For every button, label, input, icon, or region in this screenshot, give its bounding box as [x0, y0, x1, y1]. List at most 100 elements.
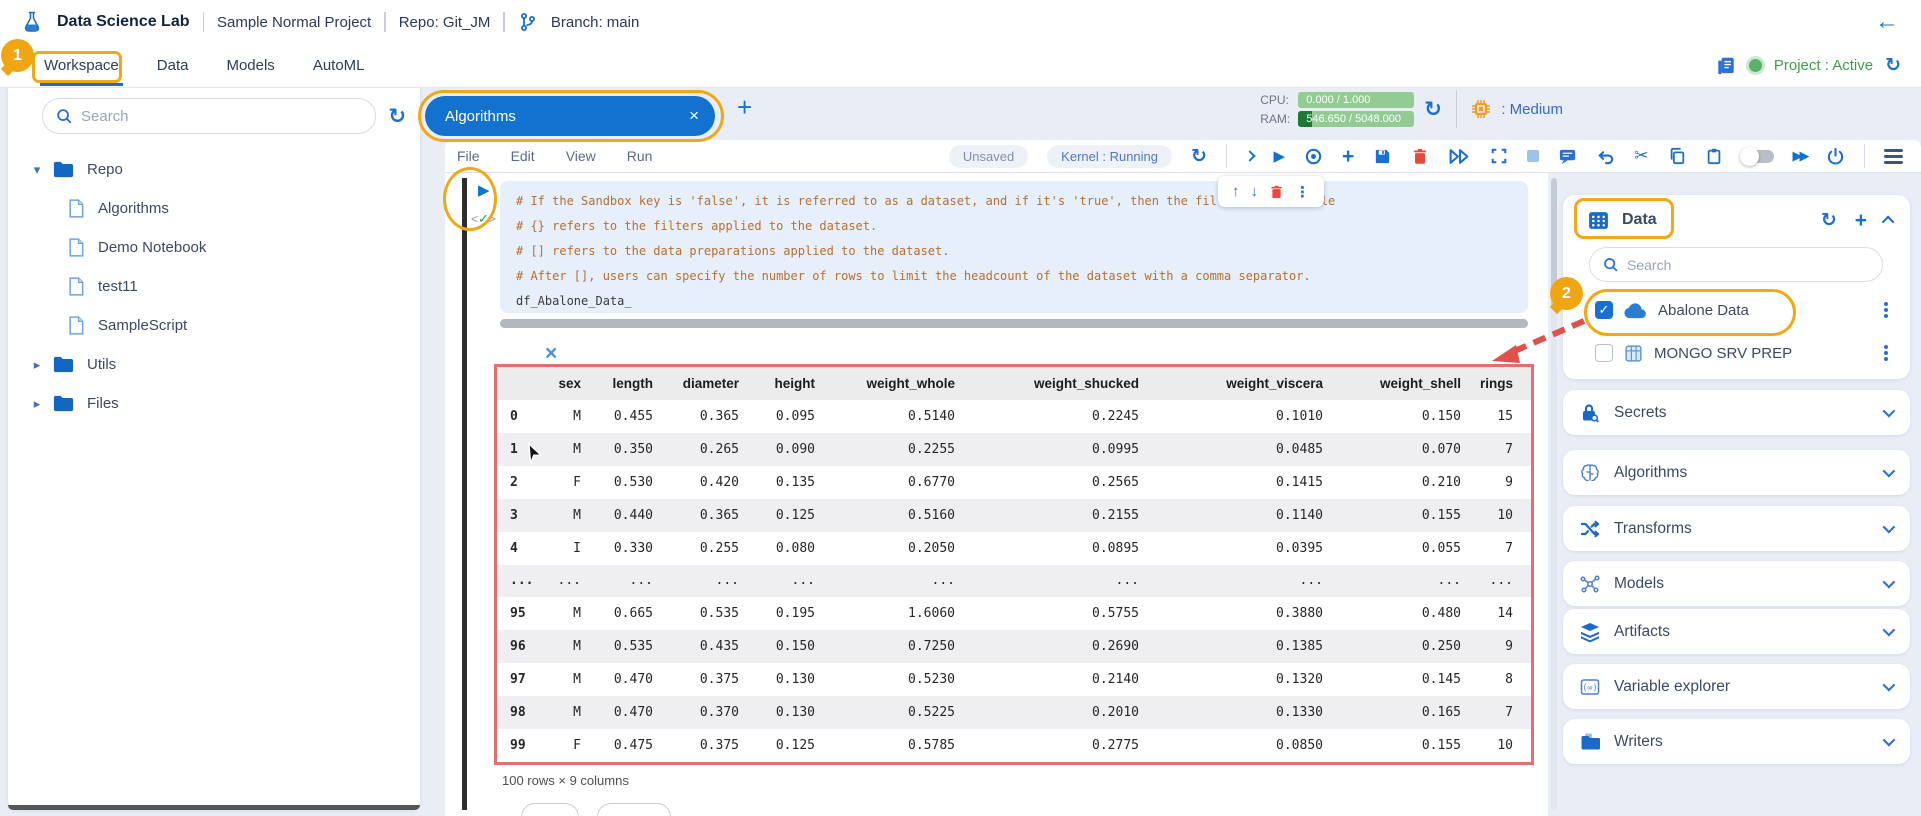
nav-tab-data[interactable]: Data — [157, 57, 189, 74]
chevron-right-icon[interactable]: ▸ — [22, 396, 52, 412]
chevron-down-icon[interactable] — [1883, 405, 1896, 418]
chevron-down-icon[interactable] — [1883, 576, 1896, 589]
table-row[interactable]: 97M0.4700.3750.1300.52300.21400.13200.14… — [497, 663, 1531, 696]
pagination-button[interactable] — [521, 803, 579, 816]
section-artifacts[interactable]: Artifacts — [1563, 609, 1910, 654]
tree-item-algorithms[interactable]: Algorithms — [8, 189, 420, 228]
table-cell: 0.6770 — [833, 466, 973, 499]
menu-run[interactable]: Run — [627, 148, 653, 164]
nav-tab-workspace[interactable]: Workspace — [44, 57, 119, 74]
tree-item-samplescript[interactable]: SampleScript — [8, 306, 420, 345]
resources-refresh-icon[interactable]: ↻ — [1424, 99, 1442, 120]
collapse-panel-icon[interactable] — [1882, 215, 1895, 228]
dataset-row-mongo[interactable]: MONGO SRV PREP — [1563, 334, 1910, 372]
table-row[interactable]: 2F0.5300.4200.1350.67700.25650.14150.210… — [497, 466, 1531, 499]
tab-close-icon[interactable]: × — [689, 106, 699, 126]
tree-item-demo-notebook[interactable]: Demo Notebook — [8, 228, 420, 267]
kernel-refresh-icon[interactable]: ↻ — [1191, 147, 1207, 166]
stop-kernel-icon[interactable] — [1527, 150, 1539, 162]
table-row[interactable]: .............................. — [497, 565, 1531, 598]
nav-tab-automl[interactable]: AutoML — [313, 57, 365, 74]
chevron-down-icon[interactable] — [1883, 465, 1896, 478]
tree-item-repo[interactable]: ▾ Repo — [8, 150, 420, 189]
new-tab-button[interactable]: + — [737, 92, 752, 123]
code-cell[interactable]: # If the Sandbox key is 'false', it is r… — [500, 181, 1528, 313]
cell-horizontal-scrollbar[interactable] — [500, 319, 1528, 328]
chevron-down-icon[interactable] — [1883, 624, 1896, 637]
section-models[interactable]: Models — [1563, 561, 1910, 606]
menu-file[interactable]: File — [457, 148, 480, 164]
cell-run-icon[interactable]: ▶ — [478, 181, 490, 199]
table-row[interactable]: 3M0.4400.3650.1250.51600.21550.11400.155… — [497, 499, 1531, 532]
add-dataset-icon[interactable]: + — [1855, 210, 1867, 231]
notebook-vertical-scrollbar[interactable] — [1551, 178, 1557, 810]
move-cell-down-icon[interactable]: ↓ — [1251, 183, 1259, 200]
table-row[interactable]: 95M0.6650.5350.1951.60600.57550.38800.48… — [497, 597, 1531, 630]
paste-icon[interactable] — [1705, 147, 1723, 165]
chevron-right-icon[interactable]: ▸ — [22, 357, 52, 373]
cut-icon[interactable]: ✂ — [1634, 146, 1648, 166]
interrupt-target-icon[interactable] — [1304, 147, 1323, 166]
delete-cell-icon[interactable] — [1411, 147, 1429, 166]
toolbar-menu-icon[interactable] — [1884, 149, 1903, 164]
table-cell: ... — [1157, 565, 1341, 598]
move-cell-up-icon[interactable]: ↑ — [1232, 183, 1240, 200]
dataset-options-icon[interactable] — [1884, 308, 1888, 312]
section-writers[interactable]: Writers — [1563, 719, 1910, 764]
data-refresh-icon[interactable]: ↻ — [1821, 211, 1837, 230]
chevron-down-icon[interactable]: ▾ — [22, 162, 52, 178]
table-row[interactable]: 0M0.4550.3650.0950.51400.22450.10100.150… — [497, 400, 1531, 433]
file-search-box[interactable] — [42, 98, 376, 134]
mode-toggle[interactable] — [1742, 150, 1774, 163]
comments-icon[interactable] — [1558, 147, 1577, 166]
chevron-down-icon[interactable] — [1883, 521, 1896, 534]
run-cell-icon[interactable]: ▶ — [1273, 147, 1285, 165]
tree-item-test11[interactable]: test11 — [8, 267, 420, 306]
project-docs-icon[interactable] — [1715, 55, 1737, 77]
run-all-icon[interactable] — [1448, 148, 1471, 165]
fullscreen-icon[interactable] — [1490, 147, 1508, 165]
table-row[interactable]: 96M0.5350.4350.1500.72500.26900.13850.25… — [497, 630, 1531, 663]
section-algorithms[interactable]: Algorithms — [1563, 450, 1910, 495]
tab-algorithms[interactable]: Algorithms × — [425, 96, 715, 136]
menu-edit[interactable]: Edit — [511, 148, 535, 164]
section-variable-explorer[interactable]: (∞) Variable explorer — [1563, 664, 1910, 709]
file-search-input[interactable] — [81, 108, 363, 125]
run-all-below-icon[interactable]: ▶▶ — [1793, 148, 1807, 164]
add-cell-icon[interactable]: + — [1342, 146, 1354, 167]
undo-icon[interactable] — [1596, 147, 1615, 166]
tree-item-utils[interactable]: ▸ Utils — [8, 345, 420, 384]
files-refresh-icon[interactable]: ↻ — [388, 106, 406, 127]
delete-cell-icon[interactable] — [1269, 184, 1284, 200]
dataset-search-box[interactable] — [1589, 247, 1883, 282]
dataset-checkbox-unchecked[interactable] — [1595, 344, 1613, 362]
chevron-down-icon[interactable] — [1883, 734, 1896, 747]
main-nav: Workspace Data Models AutoML Project : A… — [0, 44, 1921, 88]
dataset-row-abalone[interactable]: ✓ Abalone Data — [1563, 291, 1910, 329]
menu-view[interactable]: View — [566, 148, 596, 164]
table-row[interactable]: 99F0.4750.3750.1250.57850.27750.08500.15… — [497, 729, 1531, 762]
table-cell: 0.1330 — [1157, 696, 1341, 729]
dataset-search-input[interactable] — [1627, 257, 1870, 273]
table-row[interactable]: 98M0.4700.3700.1300.52250.20100.13300.16… — [497, 696, 1531, 729]
mouse-cursor — [525, 443, 544, 465]
cell-more-options-icon[interactable]: ⋮ — [1295, 183, 1310, 201]
sidebar-scrollbar[interactable] — [8, 805, 420, 810]
back-arrow-icon[interactable]: ← — [1875, 10, 1899, 34]
collapse-toolbar-icon[interactable] — [1246, 152, 1254, 160]
nav-tab-models[interactable]: Models — [226, 57, 274, 74]
copy-icon[interactable] — [1668, 147, 1686, 165]
save-icon[interactable] — [1373, 147, 1392, 166]
pagination-button[interactable] — [597, 803, 671, 816]
table-row[interactable]: 4I0.3300.2550.0800.20500.08950.03950.055… — [497, 532, 1531, 565]
output-close-icon[interactable]: × — [545, 343, 557, 364]
project-refresh-icon[interactable]: ↻ — [1885, 56, 1901, 75]
table-row[interactable]: 1M0.3500.2650.0900.22550.09950.04850.070… — [497, 433, 1531, 466]
section-transforms[interactable]: Transforms — [1563, 506, 1910, 551]
section-secrets[interactable]: Secrets — [1563, 390, 1910, 435]
shutdown-icon[interactable] — [1826, 147, 1845, 166]
tree-item-files[interactable]: ▸ Files — [8, 384, 420, 423]
chevron-down-icon[interactable] — [1883, 679, 1896, 692]
dataset-checkbox-checked[interactable]: ✓ — [1595, 301, 1613, 319]
dataset-options-icon[interactable] — [1884, 351, 1888, 355]
